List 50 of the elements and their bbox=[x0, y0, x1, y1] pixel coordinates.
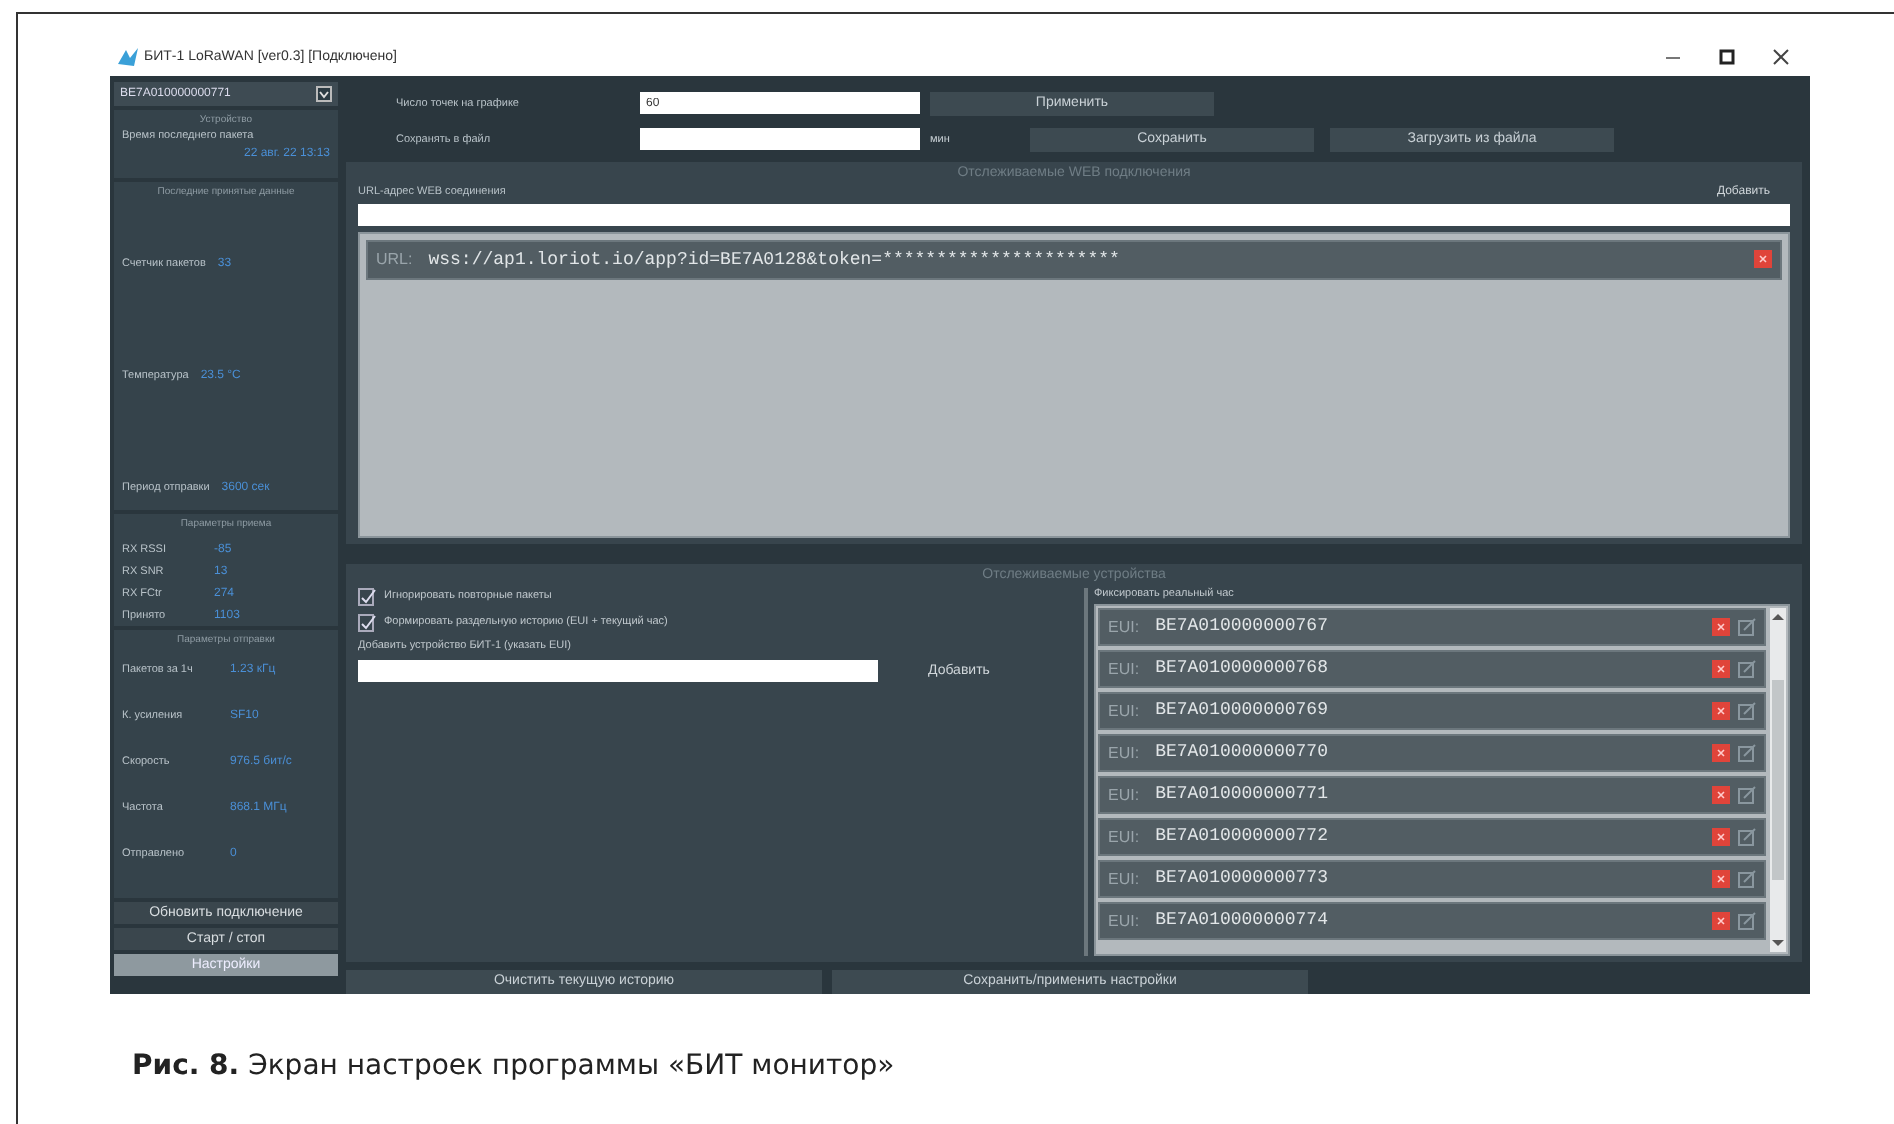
input-field[interactable] bbox=[358, 659, 878, 682]
delete-icon[interactable] bbox=[1712, 785, 1730, 804]
item-value: wss://ap1.loriot.io/app?id=BE7A0128&token=********************** bbox=[428, 249, 1122, 270]
list-item[interactable]: URL: wss://ap1.loriot.io/app?id=BE7A0128&token=********************** bbox=[366, 239, 1782, 280]
item-value: BE7A010000000771 bbox=[1155, 784, 1330, 805]
maximize-icon[interactable] bbox=[1718, 47, 1736, 65]
checked-checkbox-icon[interactable] bbox=[358, 613, 376, 632]
delete-icon[interactable] bbox=[1712, 911, 1730, 930]
figure-caption: Рис. 8. Экран настроек программы «БИТ монитор» bbox=[132, 1050, 897, 1082]
list-item[interactable]: EUI: BE7A010000000774 bbox=[1098, 901, 1766, 940]
item-label: EUI: bbox=[1108, 785, 1140, 804]
input-field[interactable] bbox=[640, 128, 920, 151]
dropdown-arrow-icon[interactable] bbox=[316, 86, 332, 102]
item-value: BE7A010000000773 bbox=[1155, 868, 1330, 889]
item-label: EUI: bbox=[1108, 869, 1140, 888]
item-label: EUI: bbox=[1108, 911, 1140, 930]
delete-icon[interactable] bbox=[1712, 701, 1730, 720]
list-item[interactable]: EUI: BE7A010000000771 bbox=[1098, 775, 1766, 814]
scroll-up-icon[interactable] bbox=[1772, 611, 1784, 622]
item-value: BE7A010000000769 bbox=[1155, 700, 1330, 721]
item-value: BE7A010000000774 bbox=[1155, 910, 1330, 931]
item-value: BE7A010000000770 bbox=[1155, 742, 1330, 763]
item-label: EUI: bbox=[1108, 701, 1140, 720]
checked-checkbox-icon[interactable] bbox=[358, 587, 376, 606]
list-item[interactable]: EUI: BE7A010000000770 bbox=[1098, 733, 1766, 772]
delete-icon[interactable] bbox=[1712, 869, 1730, 888]
delete-icon[interactable] bbox=[1712, 617, 1730, 636]
delete-icon[interactable] bbox=[1712, 743, 1730, 762]
item-label: EUI: bbox=[1108, 617, 1140, 636]
scroll-down-icon[interactable] bbox=[1772, 937, 1784, 948]
item-value: BE7A010000000767 bbox=[1155, 616, 1330, 637]
list-item[interactable]: EUI: BE7A010000000773 bbox=[1098, 859, 1766, 898]
item-label: EUI: bbox=[1108, 827, 1140, 846]
item-value: BE7A010000000768 bbox=[1155, 658, 1330, 679]
scrollbar[interactable] bbox=[1770, 607, 1786, 952]
list-item[interactable]: EUI: BE7A010000000772 bbox=[1098, 817, 1766, 856]
delete-icon[interactable] bbox=[1754, 250, 1772, 269]
item-label: URL: bbox=[376, 250, 413, 269]
list-item[interactable]: EUI: BE7A010000000768 bbox=[1098, 649, 1766, 688]
list-item[interactable]: EUI: BE7A010000000769 bbox=[1098, 691, 1766, 730]
item-label: EUI: bbox=[1108, 659, 1140, 678]
input-field[interactable] bbox=[358, 203, 1790, 226]
close-icon[interactable] bbox=[1772, 47, 1790, 65]
app-icon bbox=[118, 47, 138, 65]
delete-icon[interactable] bbox=[1712, 827, 1730, 846]
delete-icon[interactable] bbox=[1712, 659, 1730, 678]
scrollbar-thumb[interactable] bbox=[1772, 679, 1784, 880]
item-value: BE7A010000000772 bbox=[1155, 826, 1330, 847]
item-label: EUI: bbox=[1108, 743, 1140, 762]
list-item[interactable]: EUI: BE7A010000000767 bbox=[1098, 607, 1766, 646]
